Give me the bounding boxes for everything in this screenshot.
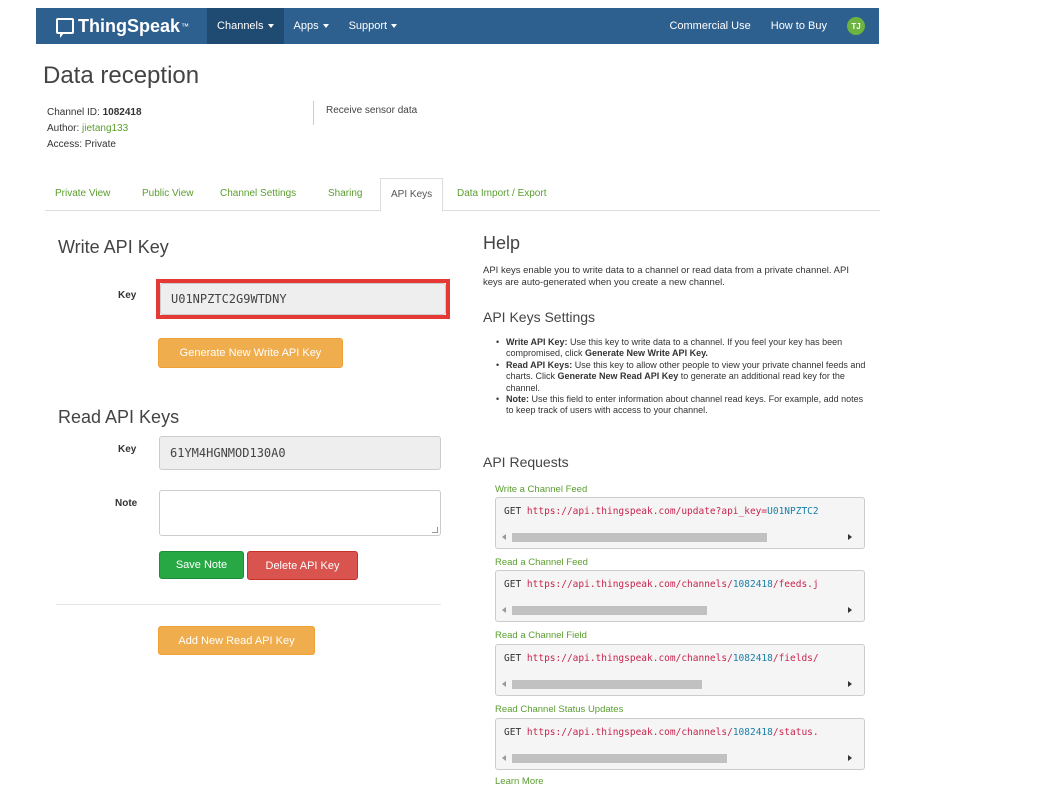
scroll-right-icon[interactable] — [848, 534, 852, 540]
code-block-read-feed: GET https://api.thingspeak.com/channels/… — [495, 570, 865, 622]
nav-apps[interactable]: Apps — [284, 8, 339, 44]
brand-name: ThingSpeak — [78, 15, 181, 36]
user-avatar[interactable]: TJ — [847, 17, 865, 35]
access-label: Access: Private — [47, 139, 116, 150]
code-line: GET https://api.thingspeak.com/channels/… — [504, 727, 819, 738]
tab-private-view[interactable]: Private View — [55, 188, 110, 199]
tab-data-import-export[interactable]: Data Import / Export — [457, 188, 546, 199]
help-heading: Help — [483, 233, 521, 253]
scroll-thumb[interactable] — [512, 606, 707, 615]
learn-more-link[interactable]: Learn More — [495, 776, 544, 787]
channel-meta: Channel ID: 1082418 Author: jietang133 A… — [47, 105, 142, 153]
scroll-thumb[interactable] — [512, 754, 727, 763]
channel-tabs: Private View Public View Channel Setting… — [45, 178, 880, 212]
horizontal-scrollbar[interactable] — [500, 605, 860, 617]
chat-bubble-icon — [56, 18, 74, 38]
code-line: GET https://api.thingspeak.com/channels/… — [504, 653, 819, 664]
write-api-key-heading: Write API Key — [58, 237, 169, 257]
request-link-read-feed[interactable]: Read a Channel Feed — [495, 557, 588, 568]
nav-support[interactable]: Support — [339, 8, 408, 44]
tab-sharing[interactable]: Sharing — [328, 188, 362, 199]
read-key-label: Key — [118, 444, 137, 455]
code-block-read-field: GET https://api.thingspeak.com/channels/… — [495, 644, 865, 696]
channel-id-value: 1082418 — [102, 107, 142, 118]
scroll-left-icon[interactable] — [502, 755, 506, 761]
nav-channels-label: Channels — [217, 20, 264, 32]
scroll-thumb[interactable] — [512, 680, 702, 689]
scroll-right-icon[interactable] — [848, 607, 852, 613]
list-item: Note: Use this field to enter informatio… — [496, 394, 868, 417]
read-api-keys-heading: Read API Keys — [58, 407, 180, 427]
horizontal-scrollbar[interactable] — [500, 532, 860, 544]
nav-how-to-buy[interactable]: How to Buy — [761, 8, 837, 44]
author-label: Author: — [47, 123, 83, 134]
page-title: Data reception — [43, 62, 200, 89]
brand-trademark: ™ — [181, 21, 190, 31]
code-block-write-feed: GET https://api.thingspeak.com/update?ap… — [495, 497, 865, 549]
note-textarea[interactable] — [159, 490, 441, 536]
channel-description: Receive sensor data — [313, 101, 417, 125]
save-note-button[interactable]: Save Note — [159, 551, 244, 579]
channel-id-label: Channel ID: — [47, 107, 103, 118]
scroll-thumb[interactable] — [512, 533, 767, 542]
code-line: GET https://api.thingspeak.com/update?ap… — [504, 506, 819, 517]
scroll-right-icon[interactable] — [848, 681, 852, 687]
scroll-right-icon[interactable] — [848, 755, 852, 761]
caret-down-icon — [391, 24, 398, 28]
delete-api-key-button[interactable]: Delete API Key — [247, 551, 358, 580]
nav-apps-label: Apps — [293, 20, 319, 32]
add-read-key-button[interactable]: Add New Read API Key — [158, 626, 315, 655]
code-block-status-updates: GET https://api.thingspeak.com/channels/… — [495, 718, 865, 770]
resize-grip-icon[interactable] — [432, 527, 438, 533]
settings-list: Write API Key: Use this key to write dat… — [496, 337, 868, 417]
note-label: Note — [115, 498, 138, 509]
request-link-write-feed[interactable]: Write a Channel Feed — [495, 484, 587, 495]
help-text: API keys enable you to write data to a c… — [483, 265, 849, 288]
list-item: Read API Keys: Use this key to allow oth… — [496, 360, 868, 394]
request-link-status-updates[interactable]: Read Channel Status Updates — [495, 704, 623, 715]
scroll-left-icon[interactable] — [502, 534, 506, 540]
horizontal-scrollbar[interactable] — [500, 753, 860, 765]
caret-down-icon — [267, 24, 274, 28]
api-requests-heading: API Requests — [483, 454, 569, 470]
nav-support-label: Support — [348, 20, 388, 32]
nav-commercial-use[interactable]: Commercial Use — [659, 8, 760, 44]
code-line: GET https://api.thingspeak.com/channels/… — [504, 579, 819, 590]
read-api-key-field[interactable]: 61YM4HGNMOD130A0 — [159, 436, 441, 470]
top-navbar: ThingSpeak ™ Channels Apps Support Commer… — [36, 8, 879, 44]
list-item: Write API Key: Use this key to write dat… — [496, 337, 868, 360]
highlight-box — [156, 279, 450, 319]
tab-api-keys[interactable]: API Keys — [380, 178, 444, 212]
author-link[interactable]: jietang133 — [82, 123, 128, 134]
tab-public-view[interactable]: Public View — [142, 188, 194, 199]
nav-channels[interactable]: Channels — [207, 8, 284, 44]
request-link-read-field[interactable]: Read a Channel Field — [495, 630, 587, 641]
tab-channel-settings[interactable]: Channel Settings — [220, 188, 296, 199]
caret-down-icon — [322, 24, 329, 28]
divider — [56, 604, 441, 605]
brand-logo[interactable]: ThingSpeak ™ — [56, 15, 190, 38]
api-keys-settings-heading: API Keys Settings — [483, 309, 596, 325]
horizontal-scrollbar[interactable] — [500, 679, 860, 691]
scroll-left-icon[interactable] — [502, 681, 506, 687]
write-key-label: Key — [118, 290, 137, 301]
scroll-left-icon[interactable] — [502, 607, 506, 613]
generate-write-key-button[interactable]: Generate New Write API Key — [158, 338, 343, 368]
